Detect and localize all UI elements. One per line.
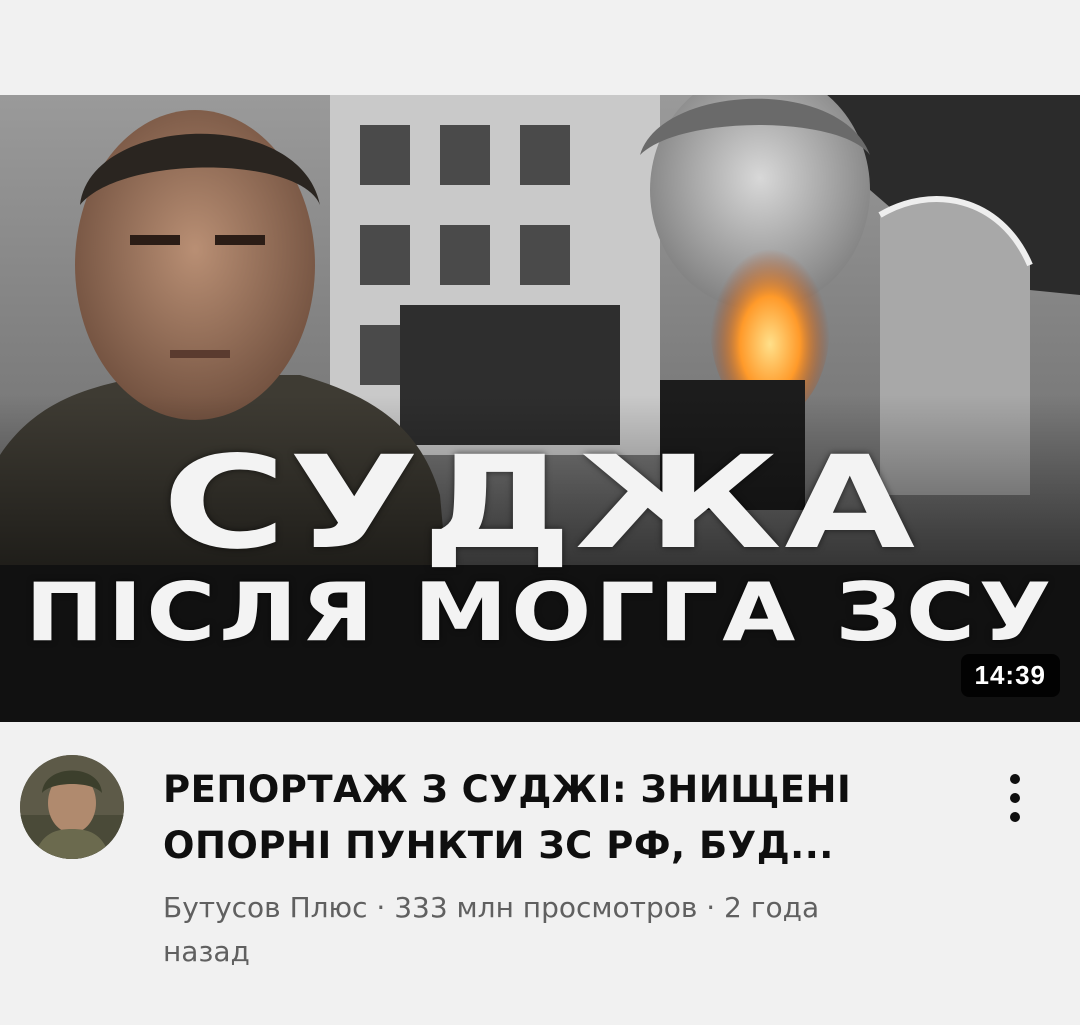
more-dot	[1010, 774, 1020, 784]
video-title-line-2: ОПОРНІ ПУНКТИ ЗС РФ, БУД...	[163, 824, 834, 867]
video-card[interactable]: СУДЖА ПІСЛЯ МОГГА ЗСУ 14:39 РЕПОРТАЖ З С…	[0, 0, 1080, 1025]
video-metadata-line-2: назад	[163, 935, 250, 968]
thumbnail-headline-main: СУДЖА	[162, 429, 918, 578]
duration-badge: 14:39	[960, 654, 1060, 697]
video-metadata: Бутусов Плюс · 333 млн просмотров · 2 го…	[163, 886, 1023, 974]
more-dot	[1010, 793, 1020, 803]
video-title[interactable]: РЕПОРТАЖ З СУДЖІ: ЗНИЩЕНІ ОПОРНІ ПУНКТИ …	[163, 762, 963, 874]
avatar-image	[20, 755, 124, 859]
more-dot	[1010, 812, 1020, 822]
video-metadata-line-1: Бутусов Плюс · 333 млн просмотров · 2 го…	[163, 891, 820, 924]
thumbnail-headline-sub: ПІСЛЯ МОГГА ЗСУ	[24, 566, 1055, 659]
more-vert-icon[interactable]	[995, 768, 1035, 828]
video-thumbnail[interactable]: СУДЖА ПІСЛЯ МОГГА ЗСУ 14:39	[0, 95, 1080, 722]
video-title-line-1: РЕПОРТАЖ З СУДЖІ: ЗНИЩЕНІ	[163, 768, 852, 811]
channel-avatar[interactable]	[20, 755, 124, 859]
